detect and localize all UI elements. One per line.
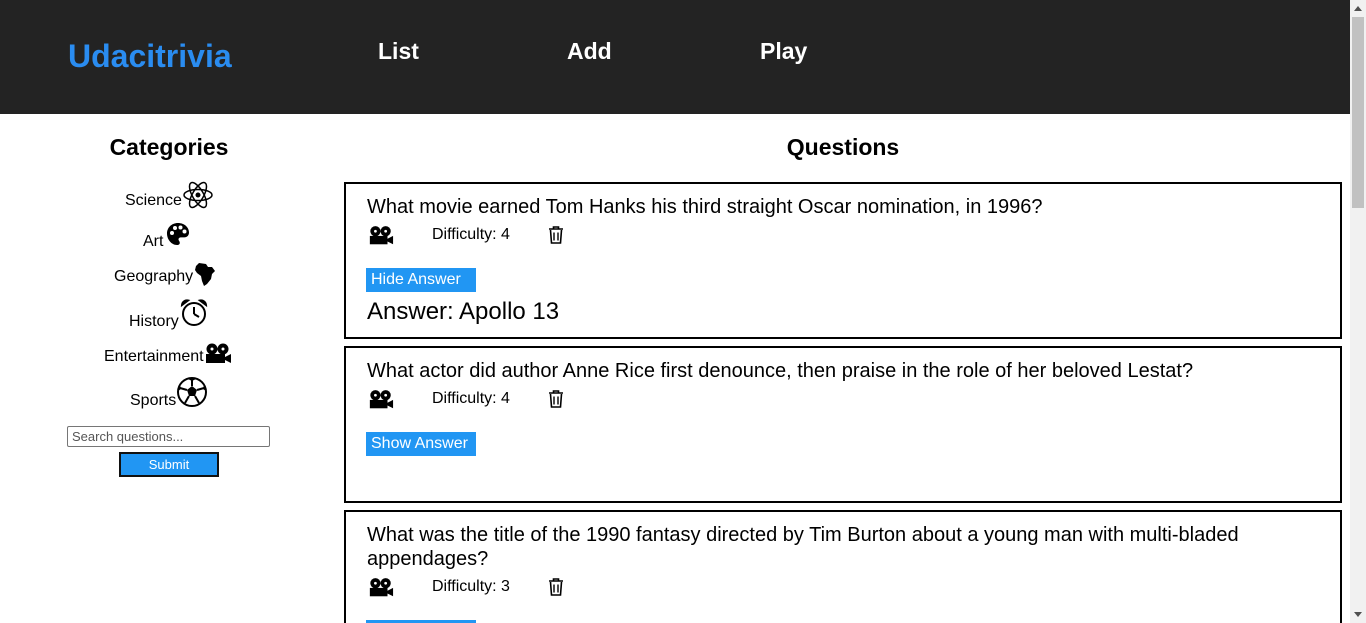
nav-add[interactable]: Add — [567, 38, 612, 65]
category-science[interactable]: Science — [125, 180, 214, 210]
navbar: Udacitrivia List Add Play — [0, 0, 1350, 114]
entertainment-icon — [369, 390, 394, 409]
art-icon — [167, 223, 190, 245]
question-card: What movie earned Tom Hanks his third st… — [344, 182, 1342, 339]
category-label: Art — [143, 233, 164, 250]
entertainment-icon — [369, 578, 394, 597]
sports-icon — [177, 377, 208, 407]
entertainment-icon — [369, 226, 394, 245]
categories-title: Categories — [109, 134, 229, 160]
difficulty-label: Difficulty: 4 — [432, 390, 510, 407]
category-label: Geography — [114, 268, 194, 285]
search-input[interactable] — [67, 426, 270, 447]
question-card: What was the title of the 1990 fantasy d… — [344, 510, 1342, 623]
question-text: What actor did author Anne Rice first de… — [367, 360, 1194, 382]
trash-icon[interactable] — [548, 226, 564, 244]
science-icon — [183, 181, 213, 209]
scrollbar-thumb[interactable] — [1352, 17, 1364, 208]
show-answer-button[interactable]: Show Answer — [366, 432, 476, 456]
trash-icon[interactable] — [548, 390, 564, 408]
category-label: Sports — [130, 392, 177, 409]
category-art[interactable]: Art — [143, 221, 191, 251]
category-label: History — [129, 313, 179, 330]
page-scrollbar[interactable] — [1350, 0, 1366, 623]
category-geography[interactable]: Geography — [114, 262, 217, 286]
question-meta: Difficulty: 4 — [368, 388, 564, 410]
difficulty-label: Difficulty: 4 — [432, 226, 510, 243]
difficulty-label: Difficulty: 3 — [432, 578, 510, 595]
trash-icon[interactable] — [548, 578, 564, 596]
submit-button[interactable]: Submit — [119, 452, 219, 477]
nav-play[interactable]: Play — [760, 38, 807, 65]
scroll-down-icon[interactable] — [1354, 612, 1362, 617]
category-sports[interactable]: Sports — [130, 376, 208, 410]
answer-text: Answer: Apollo 13 — [367, 298, 560, 325]
question-card: What actor did author Anne Rice first de… — [344, 346, 1342, 503]
entertainment-icon — [205, 343, 231, 363]
category-label: Entertainment — [104, 348, 204, 365]
scroll-up-icon[interactable] — [1354, 6, 1362, 11]
history-icon — [180, 299, 207, 326]
geography-icon — [195, 263, 216, 286]
category-label: Science — [125, 192, 182, 209]
question-meta: Difficulty: 4 — [368, 224, 564, 246]
question-text: What movie earned Tom Hanks his third st… — [367, 196, 1043, 218]
question-meta: Difficulty: 3 — [368, 576, 564, 598]
question-text: What was the title of the 1990 fantasy d… — [367, 524, 1239, 570]
category-entertainment[interactable]: Entertainment — [104, 342, 232, 366]
category-history[interactable]: History — [129, 298, 209, 331]
brand-logo[interactable]: Udacitrivia — [68, 38, 232, 75]
hide-answer-button[interactable]: Hide Answer — [366, 268, 476, 292]
questions-title: Questions — [786, 134, 900, 160]
nav-list[interactable]: List — [378, 38, 419, 65]
